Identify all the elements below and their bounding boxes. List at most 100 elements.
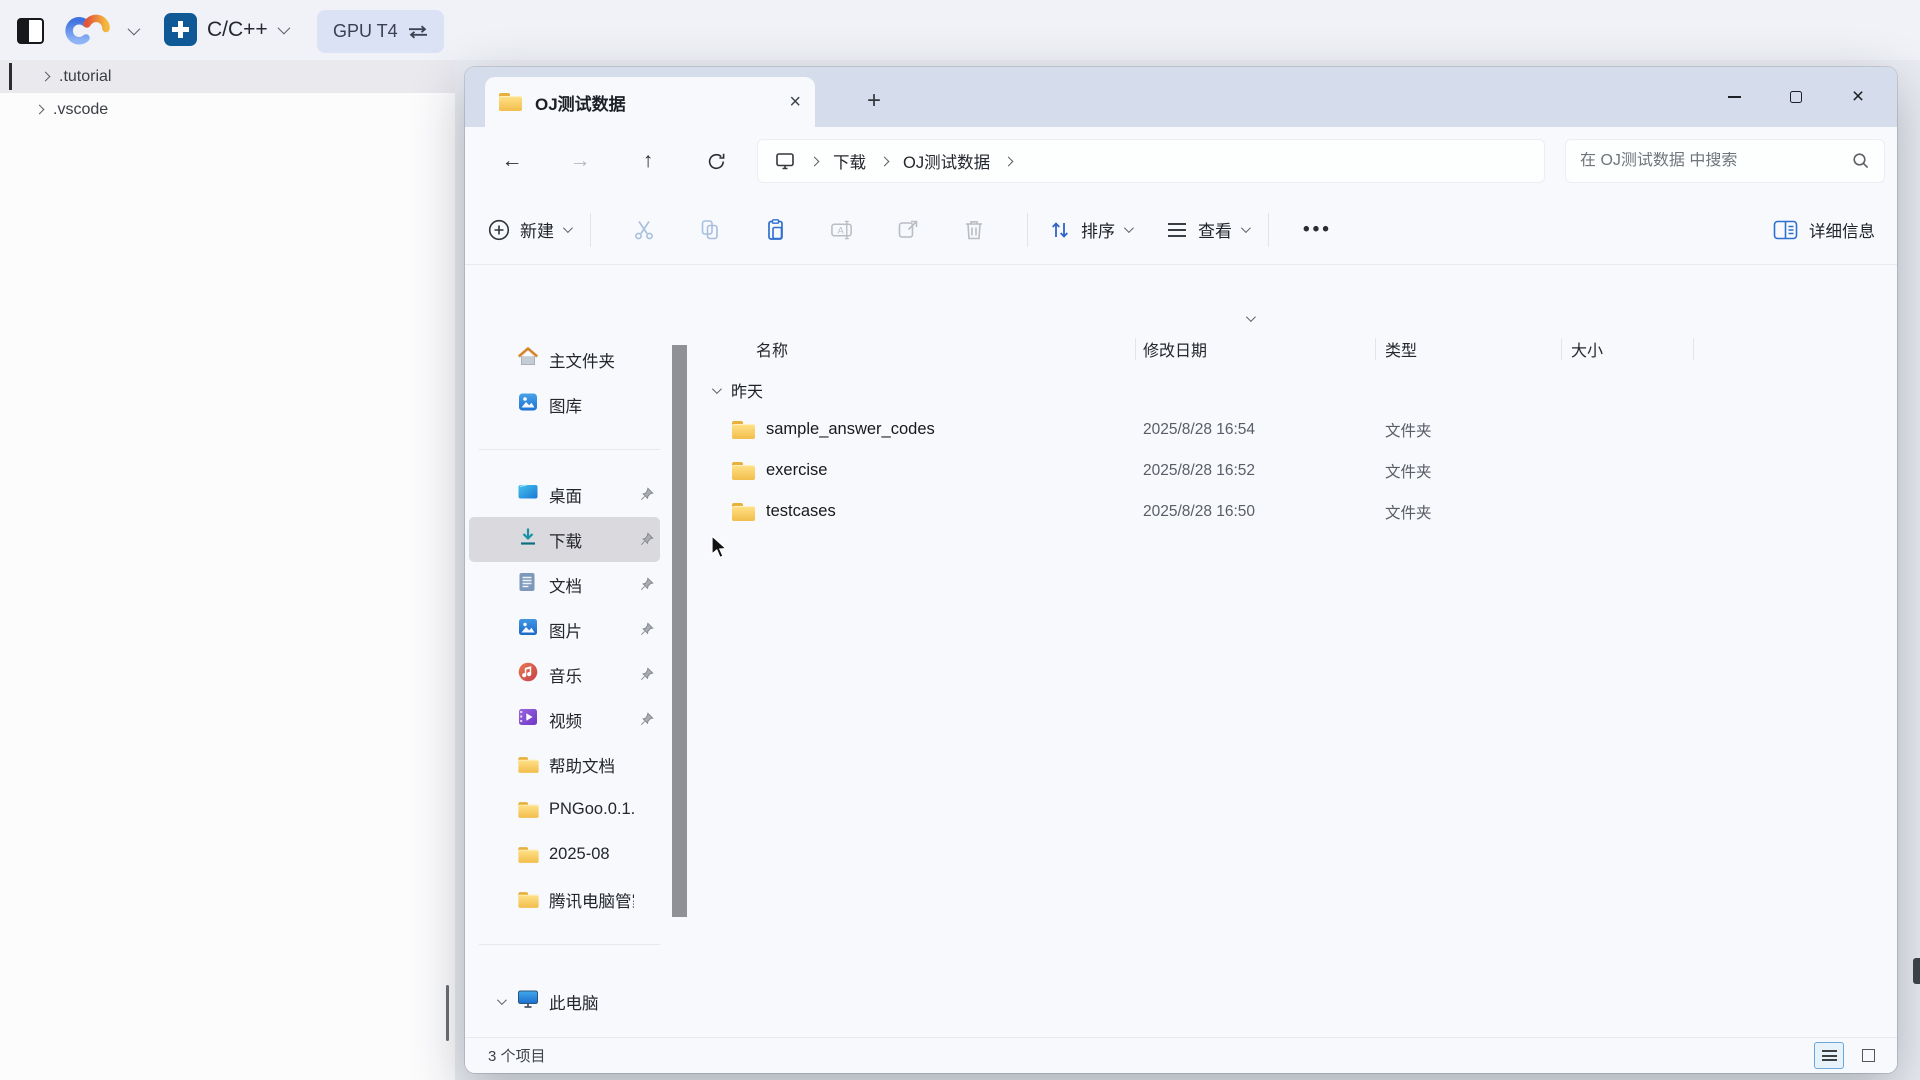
large-icons-view-icon [1862,1049,1875,1062]
column-divider[interactable] [1693,338,1694,360]
breadcrumb-chevron-icon [880,156,890,166]
refresh-button[interactable] [693,138,739,184]
large-icons-view-button[interactable] [1853,1042,1883,1069]
new-button[interactable]: 新建 [487,217,570,242]
column-header-type[interactable]: 类型 [1375,337,1561,361]
sidenav-label: 下载 [549,528,634,552]
sidenav-item-helpdocs[interactable]: 帮助文档 [469,742,660,787]
details-pane-button[interactable]: 详细信息 [1773,218,1875,242]
gpu-runtime-button[interactable]: GPU T4 [317,10,444,53]
group-header-yesterday[interactable]: 昨天 [690,371,1897,409]
view-icon [1165,218,1189,242]
language-selector[interactable]: C/C++ [164,13,287,46]
file-list-pane: 名称 修改日期 类型 大小 昨天 sam [690,265,1897,1037]
forward-button[interactable]: → [557,138,603,184]
sidenav-item-music[interactable]: 音乐 [469,652,660,697]
chevron-right-icon [35,105,45,115]
search-box[interactable] [1565,139,1885,183]
column-divider[interactable] [1375,338,1376,360]
explorer-titlebar[interactable]: OJ测试数据 × + × [465,67,1897,127]
more-options-button[interactable]: ••• [1303,219,1332,241]
music-icon [517,661,539,688]
tree-item-vscode[interactable]: .vscode [0,93,455,126]
sidenav-item-home[interactable]: 主文件夹 [469,337,660,382]
paste-button[interactable] [764,218,788,242]
copy-button[interactable] [698,218,722,242]
sidenav-label: 视频 [549,708,634,732]
pictures-icon [517,616,539,643]
sidenav-item-this-pc[interactable]: 此电脑 [469,979,660,1024]
file-row-sample-answer-codes[interactable]: sample_answer_codes 2025/8/28 16:54 文件夹 [690,409,1897,450]
separator [479,944,660,945]
column-divider[interactable] [1135,338,1136,360]
language-chevron-down-icon [277,22,290,35]
file-row-exercise[interactable]: exercise 2025/8/28 16:52 文件夹 [690,450,1897,491]
group-collapse-icon[interactable] [712,384,722,394]
sidenav-label: 2025-08 [549,845,634,864]
breadcrumb-item-downloads[interactable]: 下载 [833,149,866,173]
folder-icon [732,462,755,480]
column-header-name[interactable]: 名称 [690,337,1135,361]
this-pc-icon [774,151,796,171]
sidenav-item-drive-c[interactable]: Windows (C:) [469,1024,660,1037]
sidenav-item-pictures[interactable]: 图片 [469,607,660,652]
breadcrumb-item-current[interactable]: OJ测试数据 [903,149,990,173]
cut-button[interactable] [632,218,656,242]
sidenav-label: 图片 [549,618,634,642]
maximize-icon [1790,91,1802,103]
folder-icon [499,93,522,111]
sidenav-label: 音乐 [549,663,634,687]
sidenav-item-gallery[interactable]: 图库 [469,382,660,427]
search-input[interactable] [1580,152,1852,170]
details-view-button[interactable] [1814,1042,1844,1069]
sidenav-item-pngoo[interactable]: PNGoo.0.1.1 [469,787,660,832]
folder-icon [732,421,755,439]
editor-scrollbar[interactable] [446,985,449,1041]
column-header-size[interactable]: 大小 [1561,337,1693,361]
up-button[interactable]: ↑ [625,138,671,184]
separator [1268,213,1269,247]
rename-button[interactable]: A [830,218,854,242]
column-header-date[interactable]: 修改日期 [1135,337,1375,361]
app-logo-icon[interactable] [60,14,124,53]
share-button[interactable] [896,218,920,242]
file-type: 文件夹 [1375,460,1561,482]
breadcrumb-chevron-icon [1004,156,1014,166]
item-count: 3 个项目 [488,1045,546,1066]
column-divider[interactable] [1561,338,1562,360]
expand-chevron-icon[interactable] [497,995,507,1005]
sidenav-item-tencent-screenshots[interactable]: 腾讯电脑管家截图 [469,877,660,922]
breadcrumb[interactable]: 下载 OJ测试数据 [757,139,1545,183]
new-tab-button[interactable]: + [853,81,895,121]
sidebar-toggle-icon[interactable] [17,18,44,44]
close-button[interactable]: × [1827,67,1889,127]
logo-chevron-down-icon[interactable] [128,23,141,36]
sidenav-item-2025-08[interactable]: 2025-08 [469,832,660,877]
file-type: 文件夹 [1375,501,1561,523]
sidenav-item-videos[interactable]: 视频 [469,697,660,742]
edge-notch [1913,958,1920,984]
sidenav-item-desktop[interactable]: 桌面 [469,472,660,517]
sidenav-item-downloads[interactable]: 下载 [469,517,660,562]
editor-file-panel: .tutorial .vscode [0,60,455,1080]
tab-close-button[interactable]: × [789,91,801,114]
back-button[interactable]: ← [489,138,535,184]
sidenav-scrollbar[interactable] [672,345,687,917]
minimize-button[interactable] [1703,67,1765,127]
tab-title: OJ测试数据 [535,90,626,115]
sort-button[interactable]: 排序 [1048,217,1131,242]
gpu-label: GPU T4 [333,21,398,42]
maximize-button[interactable] [1765,67,1827,127]
gallery-icon [517,391,539,418]
file-row-testcases[interactable]: testcases 2025/8/28 16:50 文件夹 [690,491,1897,532]
sidenav-item-documents[interactable]: 文档 [469,562,660,607]
delete-button[interactable] [962,218,986,242]
details-label: 详细信息 [1809,218,1875,242]
tree-item-tutorial[interactable]: .tutorial [0,60,455,93]
view-button[interactable]: 查看 [1165,217,1248,242]
refresh-icon [707,152,726,171]
separator [1027,213,1028,247]
pin-icon [640,622,654,641]
explorer-tab[interactable]: OJ测试数据 × [485,77,815,127]
pin-icon [640,487,654,506]
